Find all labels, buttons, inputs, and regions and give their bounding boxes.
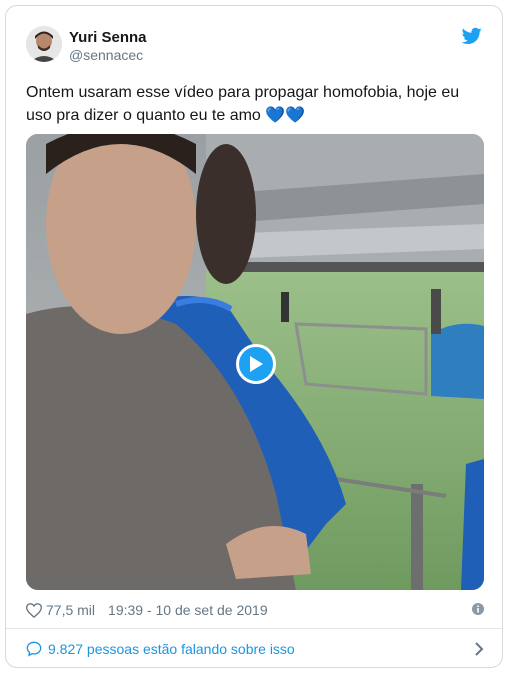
author-name[interactable]: Yuri Senna (69, 29, 147, 46)
video-thumbnail[interactable] (26, 134, 484, 590)
heart-outline-icon (26, 602, 42, 618)
tweet-meta: 77,5 mil 19:39 - 10 de set de 2019 (26, 600, 484, 620)
tweet-text-body: Ontem usaram esse vídeo para propagar ho… (26, 84, 460, 124)
conversation-label: 9.827 pessoas estão falando sobre isso (48, 640, 295, 657)
tweet-card: Yuri Senna @sennacec Ontem usaram esse v… (5, 5, 503, 668)
info-icon[interactable] (472, 602, 484, 618)
play-button[interactable] (236, 344, 276, 384)
tweet-timestamp[interactable]: 19:39 - 10 de set de 2019 (108, 602, 268, 618)
chevron-right-icon (474, 642, 484, 661)
conversation-link[interactable]: 9.827 pessoas estão falando sobre isso (6, 629, 502, 668)
tweet-header: Yuri Senna @sennacec (6, 6, 502, 76)
tweet-text: Ontem usaram esse vídeo para propagar ho… (26, 81, 486, 127)
like-count: 77,5 mil (46, 602, 96, 618)
speech-bubble-icon (26, 641, 42, 657)
author-handle[interactable]: @sennacec (69, 47, 143, 63)
play-icon (250, 356, 263, 372)
twitter-bird-icon[interactable] (461, 27, 482, 45)
avatar[interactable] (26, 26, 62, 62)
blue-hearts-emoji: 💙💙 (265, 107, 306, 124)
like-button[interactable]: 77,5 mil (26, 602, 95, 618)
